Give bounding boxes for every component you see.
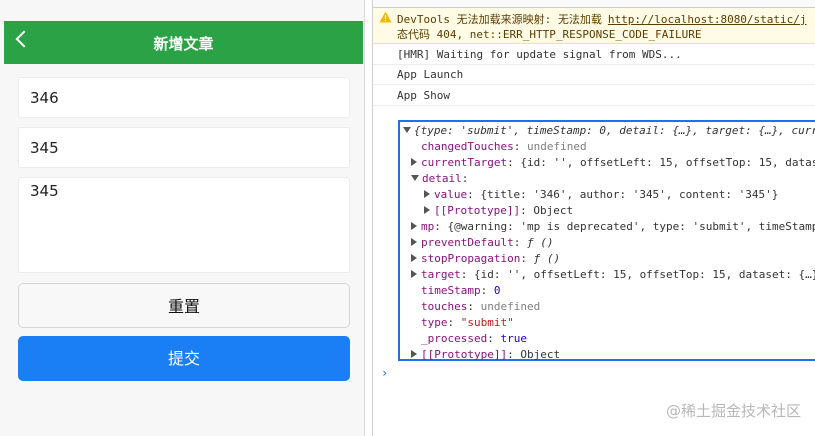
sourcemap-link[interactable]: http://localhost:8080/static/j <box>608 13 807 26</box>
property-value: {id: '', offsetLeft: 15, offsetTop: 15, … <box>474 268 815 281</box>
property-value: Object <box>520 348 561 361</box>
object-property[interactable]: stopPropagation: ƒ () <box>411 251 560 267</box>
console-message: App Launch <box>373 64 815 85</box>
property-value: ƒ () <box>533 252 561 265</box>
reset-button[interactable]: 重置 <box>18 283 350 328</box>
property-value: ƒ () <box>526 236 554 249</box>
object-summary: {type: 'submit', timeStamp: 0, detail: {… <box>414 124 815 137</box>
property-value: {@warning: 'mp is deprecated', type: 'su… <box>447 220 815 233</box>
collapse-triangle-icon[interactable] <box>411 350 417 358</box>
property-value: {id: '', offsetLeft: 15, offsetTop: 15, … <box>520 156 815 169</box>
object-property[interactable]: target: {id: '', offsetLeft: 15, offsetT… <box>411 267 815 283</box>
collapse-triangle-icon[interactable] <box>411 238 417 246</box>
submit-button[interactable]: 提交 <box>18 336 350 381</box>
collapse-triangle-icon[interactable] <box>424 206 430 214</box>
property-value: undefined <box>526 140 587 153</box>
object-property[interactable]: mp: {@warning: 'mp is deprecated', type:… <box>411 219 815 235</box>
property-key: changedTouches <box>421 140 514 153</box>
property-key: mp <box>421 220 435 233</box>
expand-triangle-icon[interactable] <box>411 175 419 181</box>
collapse-triangle-icon[interactable] <box>411 158 417 166</box>
collapse-triangle-icon[interactable] <box>411 222 417 230</box>
property-key: type <box>421 316 448 329</box>
object-property[interactable]: [[Prototype]]: Object <box>424 203 573 219</box>
title-input[interactable]: 346 <box>18 77 350 118</box>
watermark: @稀土掘金技术社区 <box>665 402 801 420</box>
property-key: currentTarget <box>421 156 508 169</box>
page-title: 新增文章 <box>153 35 214 53</box>
warning-icon <box>379 11 392 23</box>
object-property[interactable]: [[Prototype]]: Object <box>411 347 560 363</box>
expand-triangle-icon[interactable] <box>403 127 411 133</box>
warning-line-2: 态代码 404, net::ERR_HTTP_RESPONSE_CODE_FAI… <box>397 28 702 41</box>
object-property[interactable]: detail: <box>411 171 468 187</box>
property-key: value <box>434 188 468 201</box>
object-property: touches: undefined <box>421 300 541 313</box>
property-key: target <box>421 268 461 281</box>
content-textarea[interactable]: 345 <box>18 177 350 273</box>
property-value: "submit" <box>460 316 514 329</box>
object-summary-row[interactable]: {type: 'submit', timeStamp: 0, detail: {… <box>403 123 815 139</box>
property-value: {title: '346', author: '345', content: '… <box>480 188 779 201</box>
sourcemap-warning: DevTools 无法加载来源映射: 无法加载 http://localhost:… <box>373 8 815 44</box>
property-key: _processed <box>421 332 488 345</box>
property-key: touches <box>421 300 468 313</box>
collapse-triangle-icon[interactable] <box>424 190 430 198</box>
devtools-console: DevTools 无法加载来源映射: 无法加载 http://localhost:… <box>372 0 815 436</box>
property-value: true <box>500 332 527 345</box>
property-key: detail <box>422 172 462 185</box>
collapse-triangle-icon[interactable] <box>411 270 417 278</box>
author-input[interactable]: 345 <box>18 127 350 168</box>
property-key: timeStamp <box>421 284 481 297</box>
property-key: [[Prototype]] <box>434 204 521 217</box>
mobile-preview: 新增文章 346 345 345 重置 提交 <box>0 0 365 436</box>
object-property: timeStamp: 0 <box>421 284 501 297</box>
property-value: Object <box>533 204 574 217</box>
object-property[interactable]: value: {title: '346', author: '345', con… <box>424 187 778 203</box>
property-value: undefined <box>480 300 541 313</box>
console-toolbar <box>373 0 815 8</box>
object-property[interactable]: preventDefault: ƒ () <box>411 235 553 251</box>
property-key: stopPropagation <box>421 252 521 265</box>
object-property: type: "submit" <box>421 316 514 329</box>
object-property: changedTouches: undefined <box>421 140 587 153</box>
logged-event-object[interactable]: {type: 'submit', timeStamp: 0, detail: {… <box>398 120 815 361</box>
warning-line-1: DevTools 无法加载来源映射: 无法加载 http://localhost:… <box>397 11 807 27</box>
property-key: preventDefault <box>421 236 514 249</box>
warning-text: DevTools 无法加载来源映射: 无法加载 <box>397 13 602 26</box>
console-prompt[interactable]: › <box>381 366 388 380</box>
console-message: App Show <box>373 85 815 106</box>
object-property: _processed: true <box>421 332 527 345</box>
collapse-triangle-icon[interactable] <box>411 254 417 262</box>
console-message: [HMR] Waiting for update signal from WDS… <box>373 44 815 65</box>
property-key: [[Prototype]] <box>421 348 508 361</box>
property-value: 0 <box>493 284 501 297</box>
object-property[interactable]: currentTarget: {id: '', offsetLeft: 15, … <box>411 155 815 171</box>
navigation-bar: 新增文章 <box>4 21 363 64</box>
